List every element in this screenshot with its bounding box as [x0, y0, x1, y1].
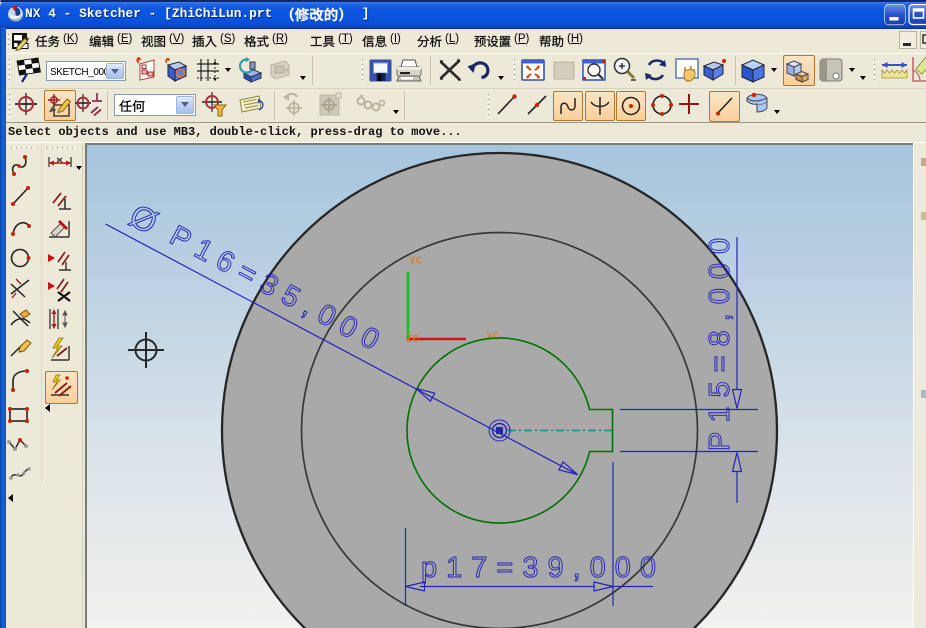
svg-text:YC: YC — [409, 256, 423, 268]
svg-text:p17=39,000: p17=39,000 — [421, 552, 665, 584]
svg-text:ZC: ZC — [406, 334, 420, 346]
svg-text:P15=8,000: P15=8,000 — [704, 229, 736, 451]
